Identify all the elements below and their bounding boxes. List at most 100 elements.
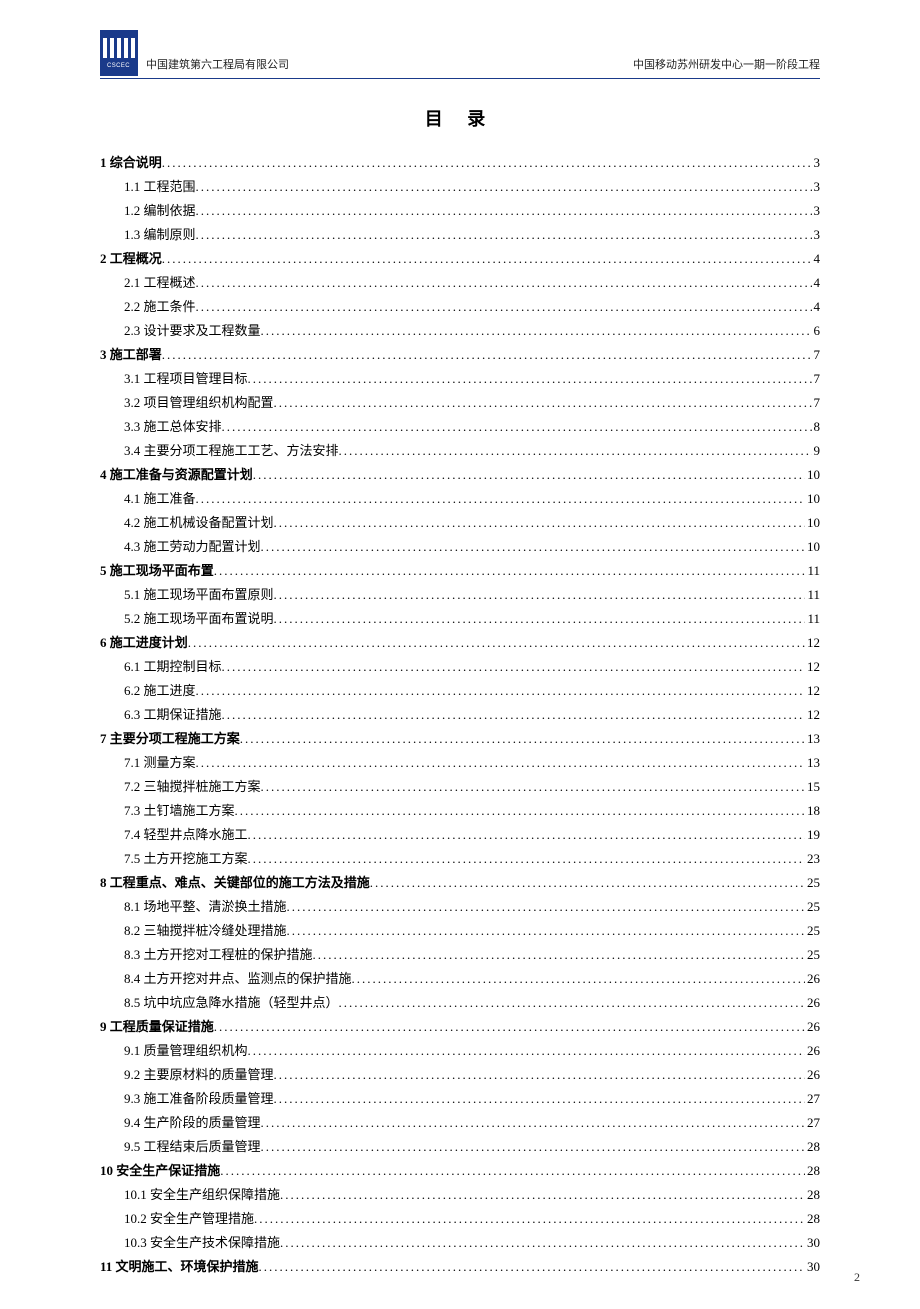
toc-dots xyxy=(222,655,805,679)
toc-row: 9.1 质量管理组织机构 26 xyxy=(100,1039,820,1063)
toc-entry-page: 10 xyxy=(805,511,820,535)
toc-entry-page: 25 xyxy=(805,871,820,895)
toc-entry-text: 7.3 土钉墙施工方案 xyxy=(124,799,235,823)
toc-entry-page: 26 xyxy=(805,1039,820,1063)
header-left: CSCEC 中国建筑第六工程局有限公司 xyxy=(100,30,289,76)
toc-dots xyxy=(261,1111,805,1135)
toc-dots xyxy=(220,1159,805,1183)
toc-entry-page: 3 xyxy=(812,199,821,223)
toc-dots xyxy=(196,751,805,775)
toc-entry-page: 3 xyxy=(812,151,821,175)
toc-dots xyxy=(248,847,805,871)
toc-entry-page: 30 xyxy=(805,1255,820,1279)
toc-row: 6.3 工期保证措施 12 xyxy=(100,703,820,727)
toc-entry-text: 10 安全生产保证措施 xyxy=(100,1159,220,1183)
toc-row: 7.5 土方开挖施工方案 23 xyxy=(100,847,820,871)
toc-row: 10 安全生产保证措施 28 xyxy=(100,1159,820,1183)
toc-row: 9.2 主要原材料的质量管理 26 xyxy=(100,1063,820,1087)
toc-entry-text: 2.2 施工条件 xyxy=(124,295,196,319)
toc-dots xyxy=(222,703,805,727)
toc-entry-text: 3.2 项目管理组织机构配置 xyxy=(124,391,274,415)
toc-entry-text: 7 主要分项工程施工方案 xyxy=(100,727,240,751)
toc-entry-text: 4 施工准备与资源配置计划 xyxy=(100,463,253,487)
toc-entry-page: 28 xyxy=(805,1135,820,1159)
toc-entry-page: 25 xyxy=(805,943,820,967)
toc-entry-text: 8.2 三轴搅拌桩冷缝处理措施 xyxy=(124,919,287,943)
toc-dots xyxy=(248,823,805,847)
toc-row: 5.2 施工现场平面布置说明 11 xyxy=(100,607,820,631)
toc-entry-page: 3 xyxy=(812,223,821,247)
toc-entry-page: 25 xyxy=(805,919,820,943)
toc-dots xyxy=(259,1255,805,1279)
toc-row: 2 工程概况 4 xyxy=(100,247,820,271)
toc-dots xyxy=(222,415,812,439)
toc-entry-page: 13 xyxy=(805,751,820,775)
toc-entry-page: 26 xyxy=(805,967,820,991)
toc-dots xyxy=(240,727,805,751)
toc-row: 9 工程质量保证措施 26 xyxy=(100,1015,820,1039)
toc-dots xyxy=(280,1231,805,1255)
toc-dots xyxy=(196,295,812,319)
toc-row: 8.2 三轴搅拌桩冷缝处理措施 25 xyxy=(100,919,820,943)
toc-entry-page: 12 xyxy=(805,631,820,655)
toc-entry-text: 11 文明施工、环境保护措施 xyxy=(100,1255,259,1279)
toc-entry-text: 7.1 测量方案 xyxy=(124,751,196,775)
toc-entry-text: 9.5 工程结束后质量管理 xyxy=(124,1135,261,1159)
toc-entry-text: 4.1 施工准备 xyxy=(124,487,196,511)
toc-row: 10.3 安全生产技术保障措施 30 xyxy=(100,1231,820,1255)
toc-entry-page: 18 xyxy=(805,799,820,823)
toc-dots xyxy=(162,343,812,367)
toc-entry-text: 3.1 工程项目管理目标 xyxy=(124,367,248,391)
toc-dots xyxy=(235,799,805,823)
toc-row: 10.1 安全生产组织保障措施 28 xyxy=(100,1183,820,1207)
toc-dots xyxy=(287,919,805,943)
toc-entry-text: 3.4 主要分项工程施工工艺、方法安排 xyxy=(124,439,339,463)
toc-row: 4.2 施工机械设备配置计划 10 xyxy=(100,511,820,535)
toc-dots xyxy=(274,511,805,535)
toc-entry-page: 27 xyxy=(805,1111,820,1135)
toc-entry-text: 5 施工现场平面布置 xyxy=(100,559,214,583)
toc-row: 4.1 施工准备 10 xyxy=(100,487,820,511)
toc-entry-page: 28 xyxy=(805,1159,820,1183)
toc-row: 5.1 施工现场平面布置原则 11 xyxy=(100,583,820,607)
toc-entry-page: 15 xyxy=(805,775,820,799)
toc-row: 5 施工现场平面布置 11 xyxy=(100,559,820,583)
toc-row: 7 主要分项工程施工方案 13 xyxy=(100,727,820,751)
toc-row: 8.1 场地平整、清淤换土措施 25 xyxy=(100,895,820,919)
toc-entry-page: 4 xyxy=(812,271,821,295)
toc-entry-text: 5.1 施工现场平面布置原则 xyxy=(124,583,274,607)
doc-header: CSCEC 中国建筑第六工程局有限公司 中国移动苏州研发中心一期一阶段工程 xyxy=(100,30,820,79)
toc-row: 7.2 三轴搅拌桩施工方案 15 xyxy=(100,775,820,799)
toc-dots xyxy=(162,247,812,271)
page-number: 2 xyxy=(854,1270,860,1285)
toc-entry-page: 10 xyxy=(805,487,820,511)
toc-entry-text: 3.3 施工总体安排 xyxy=(124,415,222,439)
toc-entry-page: 11 xyxy=(805,607,820,631)
toc-entry-text: 10.2 安全生产管理措施 xyxy=(124,1207,254,1231)
toc-entry-text: 8 工程重点、难点、关键部位的施工方法及措施 xyxy=(100,871,370,895)
toc-entry-text: 9.4 生产阶段的质量管理 xyxy=(124,1111,261,1135)
toc-entry-page: 12 xyxy=(805,679,820,703)
toc-entry-text: 8.5 坑中坑应急降水措施（轻型井点） xyxy=(124,991,339,1015)
toc-entry-page: 11 xyxy=(805,559,820,583)
toc-dots xyxy=(248,1039,805,1063)
toc-row: 11 文明施工、环境保护措施 30 xyxy=(100,1255,820,1279)
toc-entry-text: 1.3 编制原则 xyxy=(124,223,196,247)
toc-entry-text: 7.5 土方开挖施工方案 xyxy=(124,847,248,871)
toc-row: 8.4 土方开挖对井点、监测点的保护措施 26 xyxy=(100,967,820,991)
logo-bars xyxy=(103,38,135,58)
toc-entry-text: 9 工程质量保证措施 xyxy=(100,1015,214,1039)
toc-entry-page: 27 xyxy=(805,1087,820,1111)
toc-entry-text: 6.3 工期保证措施 xyxy=(124,703,222,727)
toc-entry-text: 8.3 土方开挖对工程桩的保护措施 xyxy=(124,943,313,967)
toc-entry-text: 7.2 三轴搅拌桩施工方案 xyxy=(124,775,261,799)
toc-row: 8.3 土方开挖对工程桩的保护措施 25 xyxy=(100,943,820,967)
toc-row: 9.5 工程结束后质量管理 28 xyxy=(100,1135,820,1159)
toc-row: 3.4 主要分项工程施工工艺、方法安排 9 xyxy=(100,439,820,463)
toc-dots xyxy=(274,583,806,607)
toc-dots xyxy=(313,943,805,967)
toc-list: 1 综合说明 31.1 工程范围 31.2 编制依据 31.3 编制原则 32 … xyxy=(100,151,820,1279)
toc-entry-page: 7 xyxy=(812,367,821,391)
toc-dots xyxy=(248,367,812,391)
toc-dots xyxy=(162,151,812,175)
